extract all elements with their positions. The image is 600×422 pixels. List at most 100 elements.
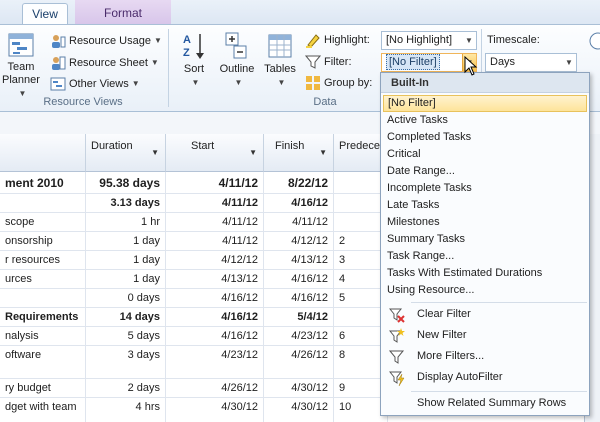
- resource-usage-icon: [52, 35, 66, 49]
- start-cell[interactable]: 4/26/12: [166, 379, 264, 397]
- duration-cell[interactable]: 4 hrs: [86, 398, 166, 422]
- finish-cell[interactable]: 4/26/12: [264, 346, 334, 378]
- finish-cell[interactable]: 4/13/12: [264, 251, 334, 269]
- duration-cell[interactable]: 1 day: [86, 251, 166, 269]
- start-cell[interactable]: 4/30/12: [166, 398, 264, 422]
- header-duration[interactable]: Duration ▼: [86, 134, 166, 172]
- task-name-cell[interactable]: dget with team: [0, 398, 86, 422]
- start-cell[interactable]: 4/16/12: [166, 327, 264, 345]
- new-filter-item[interactable]: New Filter: [383, 325, 587, 345]
- filter-menu-item[interactable]: Summary Tasks: [383, 231, 587, 248]
- zoom-icon[interactable]: [586, 31, 600, 53]
- finish-cell[interactable]: 4/16/12: [264, 194, 334, 212]
- finish-cell[interactable]: 4/16/12: [264, 270, 334, 288]
- task-name-cell[interactable]: nalysis: [0, 327, 86, 345]
- finish-cell[interactable]: 5/4/12: [264, 308, 334, 326]
- duration-cell[interactable]: 1 day: [86, 232, 166, 250]
- filter-dropdown-menu: Built-In [No Filter] Active Tasks Complete…: [380, 72, 590, 416]
- more-filters-item[interactable]: More Filters...: [383, 346, 587, 366]
- start-cell[interactable]: 4/11/12: [166, 194, 264, 212]
- finish-cell[interactable]: 4/23/12: [264, 327, 334, 345]
- filter-menu-item[interactable]: Critical: [383, 146, 587, 163]
- start-cell[interactable]: 4/11/12: [166, 213, 264, 231]
- more-filters-label: More Filters...: [417, 350, 485, 362]
- filter-menu-item[interactable]: Task Range...: [383, 248, 587, 265]
- task-name-cell[interactable]: [0, 194, 86, 212]
- start-cell[interactable]: 4/12/12: [166, 251, 264, 269]
- task-name-cell[interactable]: Requirements: [0, 308, 86, 326]
- chevron-down-icon: ▼: [153, 36, 162, 46]
- filter-menu-item[interactable]: Milestones: [383, 214, 587, 231]
- header-task-name[interactable]: [0, 134, 86, 172]
- finish-cell[interactable]: 4/30/12: [264, 398, 334, 422]
- chevron-down-icon[interactable]: ▼: [319, 148, 327, 157]
- duration-cell[interactable]: 2 days: [86, 379, 166, 397]
- tables-icon: [268, 34, 292, 58]
- filter-menu-item[interactable]: Incomplete Tasks: [383, 180, 587, 197]
- resource-usage-label: Resource Usage: [69, 35, 151, 47]
- task-name-cell[interactable]: ment 2010: [0, 172, 86, 193]
- task-name-cell[interactable]: [0, 289, 86, 307]
- start-cell[interactable]: 4/16/12: [166, 289, 264, 307]
- finish-cell[interactable]: 4/30/12: [264, 379, 334, 397]
- finish-cell[interactable]: 4/11/12: [264, 213, 334, 231]
- start-cell[interactable]: 4/11/12: [166, 232, 264, 250]
- timescale-combo[interactable]: Days ▼: [485, 53, 577, 72]
- header-finish-label: Finish: [275, 140, 305, 152]
- filter-menu-item[interactable]: Active Tasks: [383, 112, 587, 129]
- task-name-cell[interactable]: oftware: [0, 346, 86, 378]
- chevron-down-icon: ▼: [234, 78, 243, 87]
- tables-button[interactable]: Tables ▼: [261, 31, 299, 89]
- finish-cell[interactable]: 4/16/12: [264, 289, 334, 307]
- duration-cell[interactable]: 1 day: [86, 270, 166, 288]
- task-name-cell[interactable]: r resources: [0, 251, 86, 269]
- duration-cell[interactable]: 3.13 days: [86, 194, 166, 212]
- resource-sheet-button[interactable]: Resource Sheet ▼: [50, 53, 159, 73]
- duration-cell[interactable]: 14 days: [86, 308, 166, 326]
- header-start[interactable]: Start ▼: [166, 134, 264, 172]
- start-cell[interactable]: 4/16/12: [166, 308, 264, 326]
- duration-cell[interactable]: 95.38 days: [86, 172, 166, 193]
- tab-format[interactable]: Format: [75, 0, 171, 24]
- resource-usage-button[interactable]: Resource Usage ▼: [50, 31, 162, 51]
- outline-button[interactable]: Outline ▼: [216, 31, 258, 89]
- header-finish[interactable]: Finish ▼: [264, 134, 334, 172]
- task-name-cell[interactable]: onsorship: [0, 232, 86, 250]
- filter-menu-item[interactable]: [No Filter]: [383, 95, 587, 112]
- other-views-button[interactable]: Other Views ▼: [50, 74, 140, 94]
- clear-filter-item[interactable]: Clear Filter: [383, 304, 587, 324]
- display-autofilter-item[interactable]: Display AutoFilter: [383, 367, 587, 387]
- header-duration-label: Duration: [91, 140, 133, 152]
- filter-menu-item[interactable]: Tasks With Estimated Durations: [383, 265, 587, 282]
- duration-cell[interactable]: 1 hr: [86, 213, 166, 231]
- duration-cell[interactable]: 5 days: [86, 327, 166, 345]
- show-related-summary-rows-item[interactable]: Show Related Summary Rows: [383, 393, 587, 413]
- sort-button[interactable]: A Z Sort ▼: [176, 31, 212, 89]
- filter-menu-item[interactable]: Late Tasks: [383, 197, 587, 214]
- highlight-combo[interactable]: [No Highlight] ▼: [381, 31, 477, 50]
- chevron-down-icon[interactable]: ▼: [462, 32, 476, 49]
- chevron-down-icon[interactable]: ▼: [249, 148, 257, 157]
- filter-combo[interactable]: [No Filter] ▼: [381, 53, 477, 72]
- duration-cell[interactable]: 0 days: [86, 289, 166, 307]
- filter-menu-item[interactable]: Using Resource...: [383, 282, 587, 299]
- start-cell[interactable]: 4/11/12: [166, 172, 264, 193]
- start-cell[interactable]: 4/13/12: [166, 270, 264, 288]
- start-cell[interactable]: 4/23/12: [166, 346, 264, 378]
- finish-cell[interactable]: 8/22/12: [264, 172, 334, 193]
- task-name-cell[interactable]: scope: [0, 213, 86, 231]
- task-name-cell[interactable]: ry budget: [0, 379, 86, 397]
- team-planner-button[interactable]: Team Planner▼: [2, 31, 40, 100]
- finish-cell[interactable]: 4/12/12: [264, 232, 334, 250]
- duration-cell[interactable]: 3 days: [86, 346, 166, 378]
- tab-view[interactable]: View: [22, 3, 68, 25]
- task-name-cell[interactable]: urces: [0, 270, 86, 288]
- filter-menu-item[interactable]: Completed Tasks: [383, 129, 587, 146]
- chevron-down-icon[interactable]: ▼: [562, 54, 576, 71]
- chevron-down-icon[interactable]: ▼: [151, 148, 159, 157]
- show-related-summary-rows-label: Show Related Summary Rows: [417, 397, 567, 409]
- other-views-icon: [50, 77, 66, 91]
- other-views-label: Other Views: [69, 78, 129, 90]
- clear-filter-icon: [389, 308, 405, 323]
- filter-menu-item[interactable]: Date Range...: [383, 163, 587, 180]
